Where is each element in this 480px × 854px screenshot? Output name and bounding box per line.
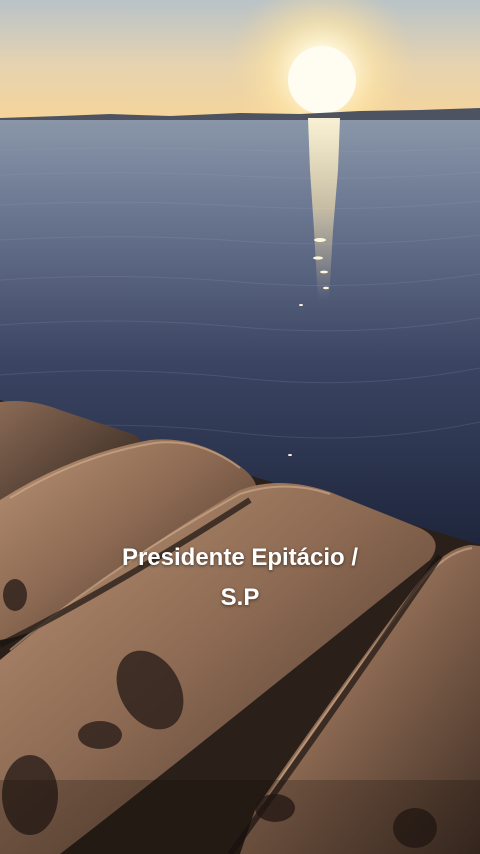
caption-line-2: S.P (220, 584, 260, 611)
location-caption: Presidente Epitácio / S.P (0, 538, 480, 618)
caption-line-1: Presidente Epitácio / (121, 544, 359, 571)
sun (288, 46, 356, 114)
bottom-vignette (0, 780, 480, 854)
sunset-photo (0, 0, 480, 854)
photo-scene: Presidente Epitácio / S.P (0, 0, 480, 854)
